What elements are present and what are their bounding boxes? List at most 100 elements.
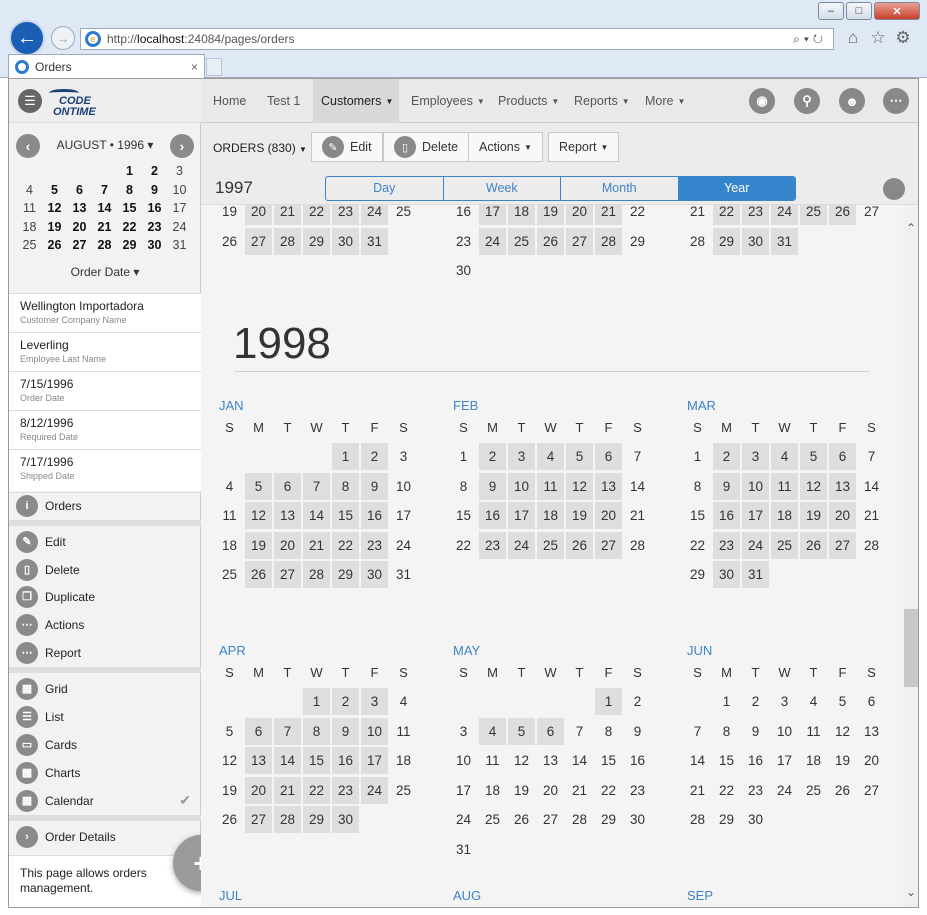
calendar-day[interactable]: 23 <box>623 776 652 806</box>
nav-test-1[interactable]: Test 1 <box>259 79 308 123</box>
calendar-day[interactable]: 7 <box>565 717 594 747</box>
calendar-day[interactable]: 27 <box>594 531 623 561</box>
sidebar-item-calendar[interactable]: ▦ Calendar ✔ <box>9 787 201 814</box>
mini-calendar-day[interactable]: 29 <box>117 236 142 255</box>
calendar-day[interactable]: 7 <box>857 442 886 472</box>
calendar-day[interactable]: 29 <box>712 805 741 835</box>
calendar-day[interactable]: 17 <box>741 501 770 531</box>
nav-more[interactable]: More ▼ <box>637 79 693 123</box>
calendar-day[interactable]: 26 <box>536 227 565 257</box>
calendar-day[interactable]: 3 <box>741 442 770 472</box>
sidebar-item-list[interactable]: ☰ List <box>9 703 201 730</box>
calendar-day[interactable]: 28 <box>273 805 302 835</box>
calendar-day[interactable]: 25 <box>799 205 828 227</box>
user-icon[interactable]: ☻ <box>839 88 865 114</box>
calendar-day[interactable]: 5 <box>215 717 244 747</box>
calendar-day[interactable]: 6 <box>273 472 302 502</box>
calendar-day[interactable]: 7 <box>623 442 652 472</box>
calendar-day[interactable]: 18 <box>770 501 799 531</box>
calendar-day[interactable]: 24 <box>360 776 389 806</box>
calendar-day[interactable]: 29 <box>712 227 741 257</box>
calendar-day[interactable]: 27 <box>536 805 565 835</box>
calendar-day[interactable]: 28 <box>857 531 886 561</box>
calendar-day[interactable]: 30 <box>712 560 741 590</box>
calendar-day[interactable]: 14 <box>273 746 302 776</box>
mini-calendar-day[interactable]: 23 <box>142 218 167 237</box>
calendar-day[interactable]: 21 <box>273 776 302 806</box>
calendar-day[interactable]: 18 <box>799 746 828 776</box>
month-name[interactable]: APR <box>215 640 418 662</box>
calendar-day[interactable]: 16 <box>449 205 478 227</box>
calendar-day[interactable]: 4 <box>770 442 799 472</box>
calendar-day[interactable]: 4 <box>389 687 418 717</box>
calendar-day[interactable]: 20 <box>273 531 302 561</box>
calendar-day[interactable]: 6 <box>536 717 565 747</box>
home-icon[interactable]: ⌂ <box>843 28 863 48</box>
calendar-day[interactable]: 24 <box>770 776 799 806</box>
calendar-day[interactable]: 20 <box>857 746 886 776</box>
calendar-day[interactable]: 23 <box>478 531 507 561</box>
calendar-day[interactable]: 5 <box>507 717 536 747</box>
previous-month-icon[interactable]: ‹ <box>16 134 40 158</box>
calendar-day[interactable]: 9 <box>741 717 770 747</box>
forward-arrow-icon[interactable]: → <box>51 26 75 50</box>
calendar-day[interactable]: 29 <box>302 227 331 257</box>
calendar-day[interactable]: 30 <box>331 227 360 257</box>
calendar-day[interactable]: 22 <box>712 776 741 806</box>
calendar-day[interactable]: 12 <box>565 472 594 502</box>
calendar-day[interactable]: 6 <box>857 687 886 717</box>
calendar-day[interactable]: 5 <box>799 442 828 472</box>
calendar-day[interactable]: 12 <box>244 501 273 531</box>
calendar-day[interactable]: 10 <box>770 717 799 747</box>
calendar-day[interactable]: 13 <box>857 717 886 747</box>
calendar-day[interactable]: 22 <box>449 531 478 561</box>
browser-tab-orders[interactable]: Orders × <box>8 54 205 78</box>
calendar-day[interactable]: 9 <box>331 717 360 747</box>
calendar-day[interactable]: 28 <box>302 560 331 590</box>
calendar-day[interactable]: 19 <box>215 776 244 806</box>
calendar-day[interactable]: 1 <box>594 687 623 717</box>
calendar-day[interactable]: 5 <box>244 472 273 502</box>
calendar-day[interactable]: 31 <box>741 560 770 590</box>
calendar-day[interactable]: 26 <box>828 776 857 806</box>
calendar-day[interactable]: 29 <box>331 560 360 590</box>
calendar-day[interactable]: 11 <box>478 746 507 776</box>
mini-calendar-day[interactable]: 4 <box>17 181 42 200</box>
calendar-day[interactable]: 29 <box>302 805 331 835</box>
sidebar-item-edit[interactable]: ✎ Edit <box>9 528 201 555</box>
address-bar[interactable]: e http://localhost:24084/pages/orders ⌕▾… <box>80 28 834 50</box>
mini-calendar-day[interactable]: 10 <box>167 181 192 200</box>
calendar-day[interactable]: 28 <box>594 227 623 257</box>
calendar-day[interactable]: 15 <box>331 501 360 531</box>
favorites-star-icon[interactable]: ☆ <box>868 28 888 48</box>
calendar-day[interactable]: 21 <box>302 531 331 561</box>
calendar-day[interactable]: 26 <box>828 205 857 227</box>
calendar-day[interactable]: 28 <box>623 531 652 561</box>
close-window-button[interactable]: ✕ <box>874 2 920 20</box>
calendar-day[interactable]: 15 <box>712 746 741 776</box>
calendar-day[interactable]: 22 <box>623 205 652 227</box>
month-name[interactable]: SEP <box>683 885 713 907</box>
calendar-day[interactable]: 23 <box>741 776 770 806</box>
calendar-day[interactable]: 21 <box>683 205 712 227</box>
calendar-day[interactable]: 16 <box>331 746 360 776</box>
mini-calendar-day[interactable]: 19 <box>42 218 67 237</box>
calendar-day[interactable]: 31 <box>389 560 418 590</box>
scroll-down-icon[interactable]: ⌄ <box>906 885 916 899</box>
calendar-day[interactable]: 26 <box>244 560 273 590</box>
calendar-day[interactable]: 14 <box>857 472 886 502</box>
calendar-day[interactable]: 7 <box>302 472 331 502</box>
calendar-day[interactable]: 3 <box>770 687 799 717</box>
calendar-day[interactable]: 23 <box>360 531 389 561</box>
calendar-day[interactable]: 4 <box>799 687 828 717</box>
hamburger-menu-icon[interactable]: ☰ <box>18 89 42 113</box>
calendar-day[interactable]: 11 <box>215 501 244 531</box>
calendar-day[interactable]: 2 <box>478 442 507 472</box>
calendar-day[interactable]: 31 <box>770 227 799 257</box>
month-name[interactable]: JUL <box>215 885 242 907</box>
calendar-day[interactable]: 2 <box>331 687 360 717</box>
calendar-day[interactable]: 1 <box>683 442 712 472</box>
view-day-button[interactable]: Day <box>326 177 444 200</box>
calendar-day[interactable]: 13 <box>273 501 302 531</box>
calendar-day[interactable]: 18 <box>215 531 244 561</box>
